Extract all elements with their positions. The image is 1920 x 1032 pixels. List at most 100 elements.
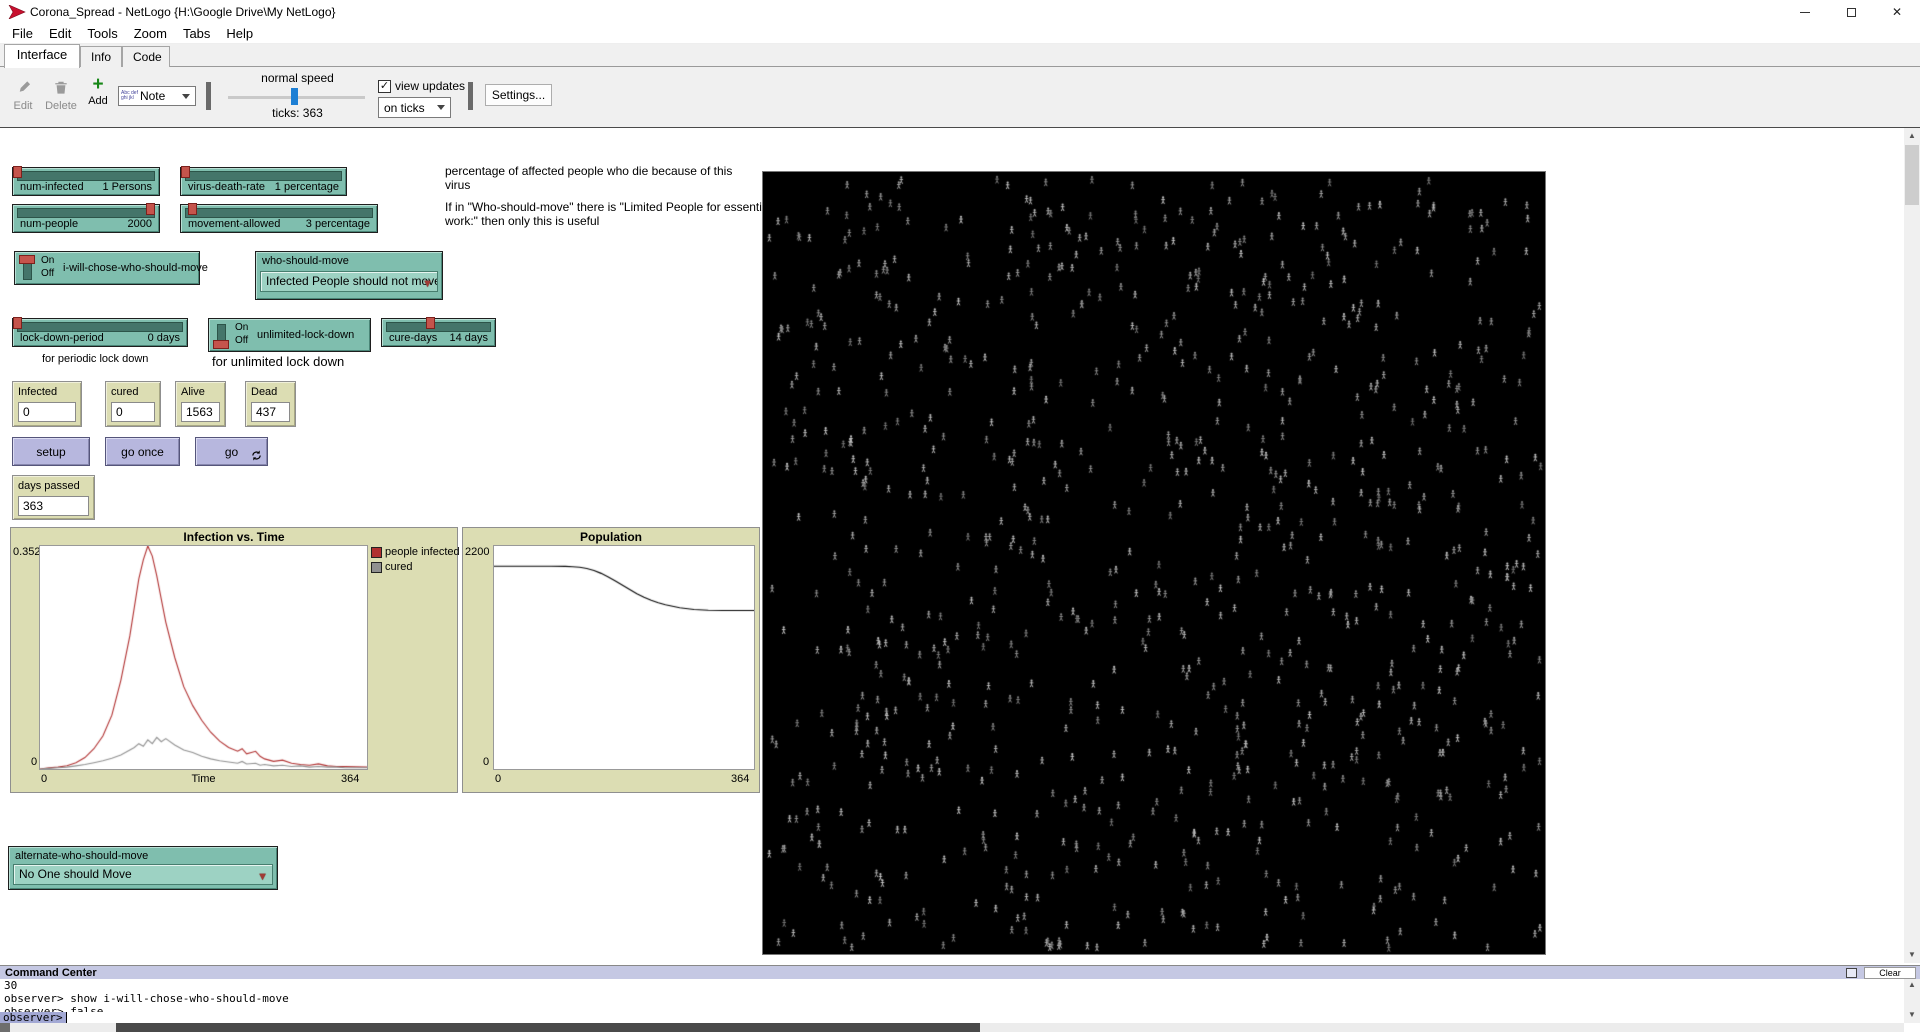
- command-horizontal-scrollbar[interactable]: [0, 1023, 1904, 1032]
- scroll-up-icon[interactable]: ▲: [1904, 977, 1920, 993]
- maximize-icon: [1847, 8, 1856, 17]
- note-widget-icon: Abc defghi jkl: [119, 91, 140, 101]
- slider-handle[interactable]: [181, 166, 190, 178]
- slider-track: [386, 322, 491, 332]
- command-vertical-scrollbar[interactable]: ▲ ▼: [1904, 979, 1920, 1023]
- close-icon: ✕: [1892, 5, 1902, 19]
- menu-tabs[interactable]: Tabs: [175, 24, 218, 44]
- slider-handle[interactable]: [188, 203, 197, 215]
- monitor-value: 0: [111, 402, 155, 422]
- legend-item-infected: people infected: [371, 546, 460, 558]
- command-input[interactable]: [67, 1012, 1904, 1023]
- setup-button[interactable]: setup: [12, 437, 90, 466]
- plus-icon: +: [92, 74, 103, 95]
- minimize-button[interactable]: [1782, 0, 1828, 24]
- title-bar: Corona_Spread - NetLogo {H:\Google Drive…: [0, 0, 1920, 24]
- slider-movement-allowed[interactable]: movement-allowed 3 percentage: [180, 204, 378, 233]
- switch-handle[interactable]: [19, 255, 35, 264]
- menu-tools[interactable]: Tools: [79, 24, 125, 44]
- menu-help[interactable]: Help: [218, 24, 261, 44]
- switch-handle[interactable]: [213, 340, 229, 349]
- population-chart-canvas: [494, 546, 754, 769]
- monitor-value: 437: [251, 402, 290, 422]
- monitor-alive: Alive 1563: [175, 381, 226, 427]
- chooser-alternate-who-should-move[interactable]: alternate-who-should-move No One should …: [8, 846, 278, 890]
- slider-lock-down-period[interactable]: lock-down-period 0 days: [12, 318, 188, 347]
- widget-type-select[interactable]: Abc defghi jkl Note: [118, 86, 196, 106]
- forever-loop-icon: [251, 450, 262, 461]
- settings-button[interactable]: Settings...: [485, 84, 552, 106]
- slider-value: 14 days: [449, 332, 488, 344]
- note-periodic-lockdown: for periodic lock down: [42, 352, 148, 366]
- x-axis-title: Time: [39, 773, 368, 785]
- go-once-button[interactable]: go once: [105, 437, 180, 466]
- view-updates-checkbox[interactable]: ✓: [378, 80, 391, 93]
- tab-info[interactable]: Info: [80, 46, 122, 67]
- edit-tool-label: Edit: [8, 100, 38, 112]
- speed-slider-handle[interactable]: [291, 88, 298, 105]
- slider-label: virus-death-rate: [188, 181, 265, 193]
- chooser-value[interactable]: Infected People should not move ▼: [260, 271, 438, 292]
- legend-label: people infected: [385, 546, 460, 558]
- go-forever-button[interactable]: go: [195, 437, 268, 466]
- update-mode-select[interactable]: on ticks: [378, 97, 451, 118]
- slider-num-people[interactable]: num-people 2000: [12, 204, 160, 233]
- scrollbar-thumb[interactable]: [116, 1023, 980, 1032]
- scroll-down-icon[interactable]: ▼: [1904, 947, 1920, 963]
- switch-off-label: Off: [235, 335, 248, 346]
- chooser-who-should-move[interactable]: who-should-move Infected People should n…: [255, 251, 443, 300]
- delete-tool-button[interactable]: Delete: [42, 79, 80, 112]
- menu-file[interactable]: File: [4, 24, 41, 44]
- dropdown-arrow-icon: ▼: [422, 275, 433, 292]
- monitor-dead: Dead 437: [245, 381, 296, 427]
- scroll-down-icon[interactable]: ▼: [1904, 1007, 1920, 1023]
- world-canvas: [763, 172, 1545, 954]
- legend-label: cured: [385, 561, 413, 573]
- slider-track: [185, 208, 373, 218]
- tab-code[interactable]: Code: [122, 46, 170, 67]
- pencil-icon: [16, 79, 31, 95]
- update-mode-value: on ticks: [384, 101, 425, 115]
- plot-title: Infection vs. Time: [11, 530, 457, 544]
- add-tool-button[interactable]: + Add: [84, 76, 112, 107]
- button-label: setup: [36, 445, 65, 459]
- slider-handle[interactable]: [426, 317, 435, 329]
- main-vertical-scrollbar[interactable]: ▲ ▼: [1904, 128, 1920, 963]
- x-axis-min-label: 0: [495, 773, 501, 785]
- monitor-days-passed: days passed 363: [12, 475, 95, 520]
- scroll-up-icon[interactable]: ▲: [1904, 128, 1920, 144]
- y-axis-min-label: 0: [483, 756, 489, 768]
- popout-icon[interactable]: [1846, 968, 1857, 978]
- maximize-button[interactable]: [1828, 0, 1874, 24]
- slider-cure-days[interactable]: cure-days 14 days: [381, 318, 496, 347]
- slider-num-infected[interactable]: num-infected 1 Persons: [12, 167, 160, 196]
- widget-type-value: Note: [140, 89, 165, 103]
- close-button[interactable]: ✕: [1874, 0, 1920, 24]
- tab-strip: Interface Info Code: [0, 44, 1920, 67]
- switch-on-label: On: [41, 255, 54, 266]
- switch-i-will-chose-who-should-move[interactable]: On Off i-will-chose-who-should-move: [14, 251, 200, 285]
- chooser-value[interactable]: No One should Move ▼: [13, 864, 273, 885]
- observer-prompt: observer>: [0, 1012, 66, 1023]
- output-line: 30: [4, 979, 1904, 992]
- menu-zoom[interactable]: Zoom: [126, 24, 175, 44]
- slider-handle[interactable]: [146, 203, 155, 215]
- slider-handle[interactable]: [13, 317, 22, 329]
- slider-handle[interactable]: [13, 166, 22, 178]
- edit-tool-button[interactable]: Edit: [8, 79, 38, 112]
- slider-label: num-infected: [20, 181, 84, 193]
- netlogo-window: Corona_Spread - NetLogo {H:\Google Drive…: [0, 0, 1920, 1032]
- slider-label: movement-allowed: [188, 218, 280, 230]
- switch-unlimited-lock-down[interactable]: On Off unlimited-lock-down: [208, 318, 371, 352]
- x-axis-max-label: 364: [341, 773, 359, 785]
- world-view[interactable]: [762, 171, 1546, 955]
- slider-label: num-people: [20, 218, 78, 230]
- scrollbar-thumb[interactable]: [1905, 145, 1919, 205]
- infection-chart-canvas: [40, 546, 367, 769]
- output-line: observer> show i-will-chose-who-should-m…: [4, 992, 1904, 1005]
- tab-interface[interactable]: Interface: [4, 44, 80, 68]
- slider-virus-death-rate[interactable]: virus-death-rate 1 percentage: [180, 167, 347, 196]
- view-updates-label: view updates: [395, 79, 465, 93]
- menu-edit[interactable]: Edit: [41, 24, 79, 44]
- command-center-header: Command Center Clear: [0, 965, 1920, 979]
